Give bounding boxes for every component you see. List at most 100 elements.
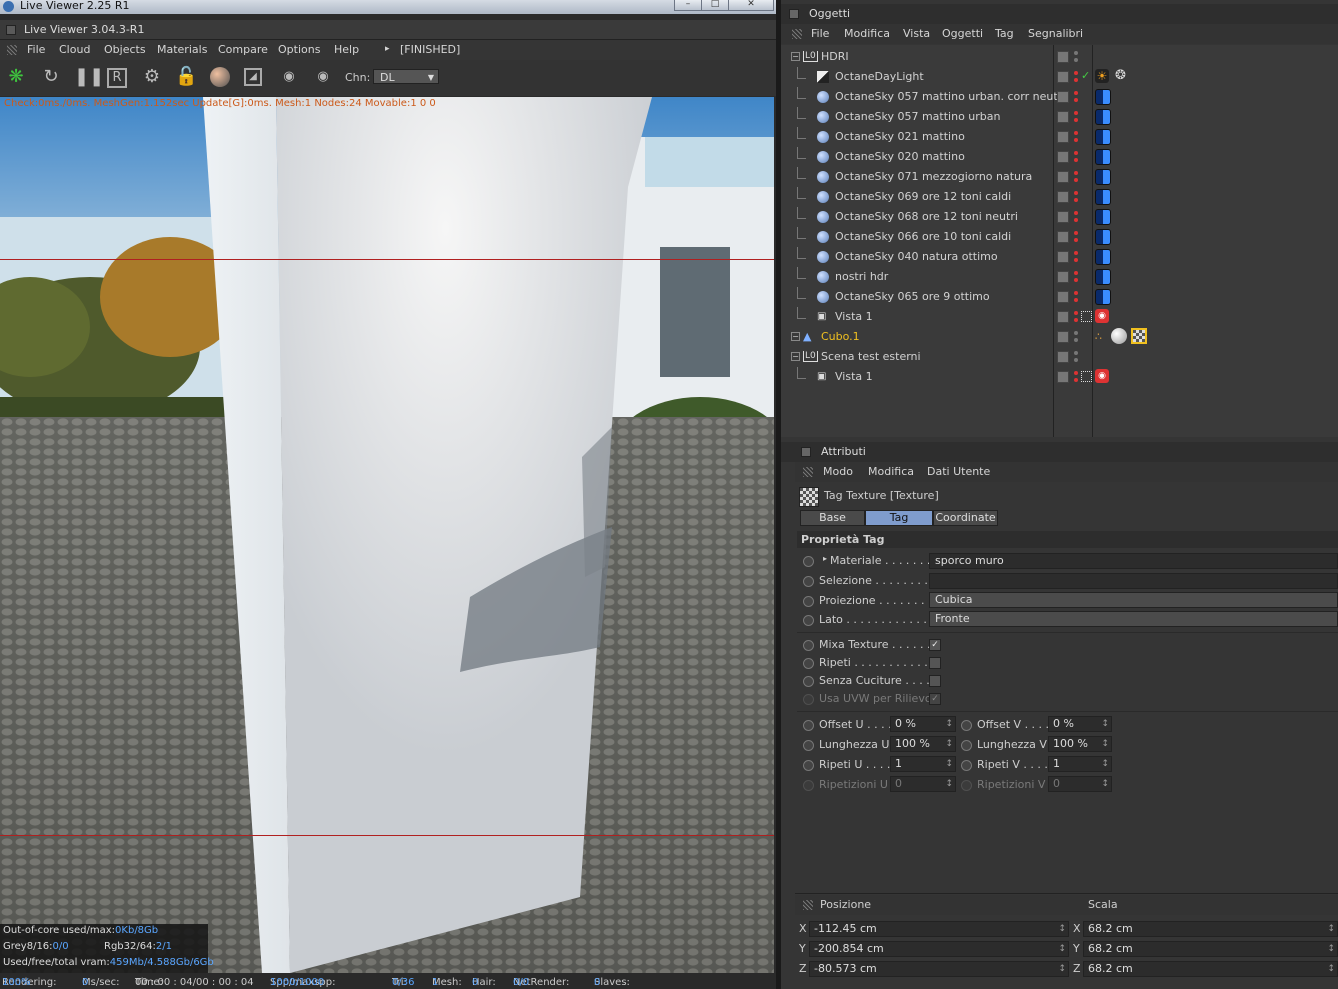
editor-render-dots[interactable] bbox=[1074, 251, 1078, 263]
material-tag-icon[interactable] bbox=[1111, 328, 1127, 344]
render-visibility-toggle[interactable] bbox=[1057, 71, 1069, 83]
obj-menu-oggetti[interactable]: Oggetti bbox=[942, 27, 983, 40]
tab-base[interactable]: Base bbox=[800, 510, 865, 526]
camera-tag-icon[interactable]: ◉ bbox=[1095, 369, 1109, 383]
lato-anim-radio[interactable] bbox=[803, 615, 814, 626]
menu-objects[interactable]: Objects bbox=[104, 43, 146, 56]
object-row[interactable]: nostri hdr bbox=[781, 267, 1327, 287]
editor-render-dots[interactable] bbox=[1074, 131, 1078, 143]
editor-render-dots[interactable] bbox=[1074, 71, 1078, 83]
render-visibility-toggle[interactable] bbox=[1057, 151, 1069, 163]
proiezione-dropdown[interactable]: Cubica bbox=[929, 592, 1338, 608]
environment-tag-icon[interactable] bbox=[1095, 229, 1111, 245]
rip-v-anim-radio[interactable] bbox=[961, 760, 972, 771]
object-row[interactable]: OctaneSky 057 mattino urban bbox=[781, 107, 1327, 127]
editor-render-dots[interactable] bbox=[1074, 191, 1078, 203]
editor-render-dots[interactable] bbox=[1074, 171, 1078, 183]
editor-render-dots[interactable] bbox=[1074, 311, 1078, 323]
settings-tag-icon[interactable]: ❂ bbox=[1115, 69, 1126, 83]
panel-menu-icon[interactable] bbox=[789, 9, 799, 19]
panel-menu-icon[interactable] bbox=[6, 25, 16, 35]
environment-tag-icon[interactable] bbox=[1095, 269, 1111, 285]
render-visibility-toggle[interactable] bbox=[1057, 51, 1069, 63]
tree-toggle-icon[interactable]: − bbox=[791, 352, 800, 361]
render-visibility-toggle[interactable] bbox=[1057, 371, 1069, 383]
lung-v-field[interactable]: 100 % bbox=[1048, 736, 1112, 752]
senza-checkbox[interactable] bbox=[929, 675, 941, 687]
selezione-anim-radio[interactable] bbox=[803, 576, 814, 587]
menu-file[interactable]: File bbox=[27, 43, 45, 56]
editor-render-dots[interactable] bbox=[1074, 331, 1078, 343]
pause-icon[interactable]: ❚❚ bbox=[74, 66, 104, 88]
render-visibility-toggle[interactable] bbox=[1057, 91, 1069, 103]
environment-tag-icon[interactable] bbox=[1095, 129, 1111, 145]
mixa-anim-radio[interactable] bbox=[803, 640, 814, 651]
object-row[interactable]: OctaneSky 068 ore 12 toni neutri bbox=[781, 207, 1327, 227]
rip-u-anim-radio[interactable] bbox=[803, 760, 814, 771]
obj-menu-segnalibri[interactable]: Segnalibri bbox=[1028, 27, 1083, 40]
object-row[interactable]: OctaneSky 021 mattino bbox=[781, 127, 1327, 147]
render-visibility-toggle[interactable] bbox=[1057, 311, 1069, 323]
position-field[interactable]: -80.573 cm bbox=[809, 961, 1069, 977]
position-field[interactable]: -200.854 cm bbox=[809, 941, 1069, 957]
pin-m-icon[interactable]: ◉ bbox=[312, 66, 334, 88]
attr-menu-modo[interactable]: Modo bbox=[823, 465, 853, 478]
channel-select[interactable]: DL ▼ bbox=[373, 69, 439, 84]
lato-dropdown[interactable]: Fronte bbox=[929, 611, 1338, 627]
menu-compare[interactable]: Compare bbox=[218, 43, 268, 56]
ripeti-checkbox[interactable] bbox=[929, 657, 941, 669]
editor-render-dots[interactable] bbox=[1074, 91, 1078, 103]
menu-help[interactable]: Help bbox=[334, 43, 359, 56]
environment-tag-icon[interactable] bbox=[1095, 89, 1111, 105]
panel-menu-icon[interactable] bbox=[801, 447, 811, 457]
object-row[interactable]: − L0 Scena test esterni bbox=[781, 347, 1327, 367]
obj-menu-modifica[interactable]: Modifica bbox=[844, 27, 890, 40]
object-row[interactable]: OctaneSky 020 mattino bbox=[781, 147, 1327, 167]
editor-render-dots[interactable] bbox=[1074, 231, 1078, 243]
offset-u-anim-radio[interactable] bbox=[803, 720, 814, 731]
object-row[interactable]: OctaneSky 040 natura ottimo bbox=[781, 247, 1327, 267]
editor-render-dots[interactable] bbox=[1074, 351, 1078, 363]
rip-u-field[interactable]: 1 bbox=[890, 756, 956, 772]
lung-u-field[interactable]: 100 % bbox=[890, 736, 956, 752]
tab-tag[interactable]: Tag bbox=[865, 510, 933, 526]
scale-field[interactable]: 68.2 cm bbox=[1083, 921, 1338, 937]
pin-f-icon[interactable]: ◉ bbox=[278, 66, 300, 88]
scale-field[interactable]: 68.2 cm bbox=[1083, 961, 1338, 977]
position-field[interactable]: -112.45 cm bbox=[809, 921, 1069, 937]
render-viewport[interactable]: Check:0ms./0ms. MeshGen:1.152sec Update[… bbox=[0, 97, 774, 973]
offset-v-field[interactable]: 0 % bbox=[1048, 716, 1112, 732]
tree-toggle-icon[interactable]: − bbox=[791, 332, 800, 341]
attr-menu-dati-utente[interactable]: Dati Utente bbox=[927, 465, 990, 478]
settings-gear-icon[interactable]: ⚙ bbox=[141, 66, 163, 88]
environment-tag-icon[interactable] bbox=[1095, 189, 1111, 205]
lung-v-anim-radio[interactable] bbox=[961, 740, 972, 751]
maximize-button[interactable]: □ bbox=[701, 0, 729, 11]
object-row[interactable]: ▣ Vista 1 ◉ bbox=[781, 307, 1327, 327]
live-viewer-titlebar[interactable]: Live Viewer 2.25 R1 – □ ✕ bbox=[0, 0, 778, 14]
editor-render-dots[interactable] bbox=[1074, 271, 1078, 283]
expand-arrow-icon[interactable]: ▸ bbox=[823, 554, 827, 563]
render-visibility-toggle[interactable] bbox=[1057, 351, 1069, 363]
editor-render-dots[interactable] bbox=[1074, 151, 1078, 163]
render-visibility-toggle[interactable] bbox=[1057, 231, 1069, 243]
object-row[interactable]: OctaneSky 071 mezzogiorno natura bbox=[781, 167, 1327, 187]
menu-options[interactable]: Options bbox=[278, 43, 320, 56]
texture-tag-selected-icon[interactable] bbox=[1131, 328, 1147, 344]
object-row[interactable]: − ▲ Cubo.1 ∴ bbox=[781, 327, 1327, 347]
material-sphere-icon[interactable] bbox=[210, 67, 230, 87]
object-row[interactable]: OctaneSky 066 ore 10 toni caldi bbox=[781, 227, 1327, 247]
object-row[interactable]: OctaneSky 065 ore 9 ottimo bbox=[781, 287, 1327, 307]
object-row[interactable]: ▣ Vista 1 ◉ bbox=[781, 367, 1327, 387]
lock-icon[interactable]: 🔓 bbox=[175, 66, 197, 88]
render-visibility-toggle[interactable] bbox=[1057, 331, 1069, 343]
ripeti-anim-radio[interactable] bbox=[803, 658, 814, 669]
proiezione-anim-radio[interactable] bbox=[803, 596, 814, 607]
sun-tag-icon[interactable]: ☀ bbox=[1095, 69, 1109, 83]
materiale-field[interactable]: sporco muro bbox=[929, 553, 1338, 569]
editor-render-dots[interactable] bbox=[1074, 291, 1078, 303]
close-button[interactable]: ✕ bbox=[728, 0, 774, 11]
environment-tag-icon[interactable] bbox=[1095, 289, 1111, 305]
obj-menu-file[interactable]: File bbox=[811, 27, 829, 40]
editor-render-dots[interactable] bbox=[1074, 51, 1078, 63]
